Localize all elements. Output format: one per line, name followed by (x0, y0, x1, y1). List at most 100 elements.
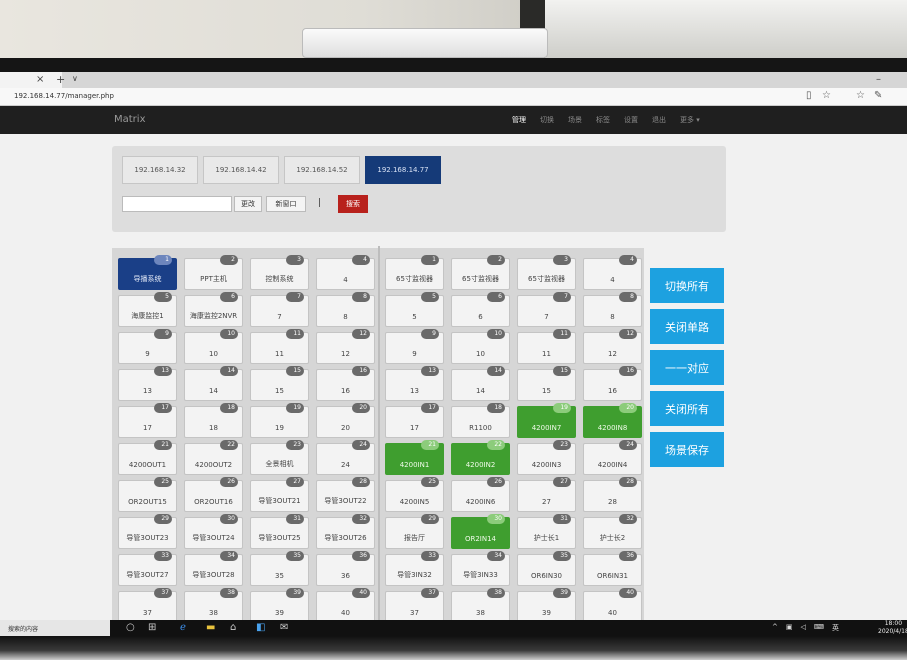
store-icon[interactable]: ⌂ (230, 622, 236, 633)
output-cell[interactable]: 1 65寸监视器 (385, 255, 444, 290)
input-cell[interactable]: 33 导管3OUT27 (118, 551, 177, 586)
input-cell[interactable]: 25 OR2OUT15 (118, 477, 177, 512)
input-cell[interactable]: 44 (316, 255, 375, 290)
output-cell[interactable]: 55 (385, 292, 444, 327)
input-cell[interactable]: 13 13 (118, 366, 177, 401)
input-cell[interactable]: 21 4200OUT1 (118, 440, 177, 475)
input-cell[interactable]: 16 16 (316, 366, 375, 401)
output-cell[interactable]: 21 4200IN1 (385, 440, 444, 475)
nav-item[interactable]: 切换 (540, 115, 554, 125)
tab-list-icon[interactable]: ∨ (72, 74, 78, 83)
output-cell[interactable]: 2 65寸监视器 (451, 255, 510, 290)
output-cell[interactable]: 16 16 (583, 366, 642, 401)
input-cell[interactable]: 3 控制系统 (250, 255, 309, 290)
nav-item[interactable]: 退出 (652, 115, 666, 125)
network-icon[interactable]: ▣ (786, 623, 793, 633)
address-bar[interactable]: 192.168.14.77/manager.php ▯ ☆ ☆ ✎ (0, 88, 907, 106)
minimize-icon[interactable]: – (876, 74, 881, 85)
reading-view-icon[interactable]: ▯ (806, 90, 812, 101)
input-cell[interactable]: 88 (316, 292, 375, 327)
mail-icon[interactable]: ✉ (280, 622, 288, 633)
input-cell[interactable]: 6 海康监控2NVR (184, 292, 243, 327)
modify-button[interactable]: 更改 (234, 196, 262, 212)
output-cell[interactable]: 39 39 (517, 588, 576, 623)
output-cell[interactable]: 33 导管3IN32 (385, 551, 444, 586)
input-cell[interactable]: 77 (250, 292, 309, 327)
input-cell[interactable]: 29 导管3OUT23 (118, 514, 177, 549)
app-icon[interactable]: ◧ (256, 622, 265, 633)
ip-tab[interactable]: 192.168.14.42 (203, 156, 279, 184)
input-cell[interactable]: 11 11 (250, 329, 309, 364)
output-cell[interactable]: 22 4200IN2 (451, 440, 510, 475)
nav-item[interactable]: 设置 (624, 115, 638, 125)
output-cell[interactable]: 23 4200IN3 (517, 440, 576, 475)
output-cell[interactable]: 27 27 (517, 477, 576, 512)
new-tab-icon[interactable]: + (56, 73, 65, 86)
input-cell[interactable]: 23 全景相机 (250, 440, 309, 475)
input-cell[interactable]: 31 导管3OUT25 (250, 514, 309, 549)
input-cell[interactable]: 30 导管3OUT24 (184, 514, 243, 549)
output-cell[interactable]: 88 (583, 292, 642, 327)
taskbar-clock[interactable]: 18:00 2020/4/18 (878, 620, 907, 636)
input-cell[interactable]: 27 导管3OUT21 (250, 477, 309, 512)
output-cell[interactable]: 38 38 (451, 588, 510, 623)
edge-browser-icon[interactable]: ℯ (180, 622, 186, 633)
nav-item[interactable]: 标签 (596, 115, 610, 125)
output-cell[interactable]: 35 OR6IN30 (517, 551, 576, 586)
favorite-star-icon[interactable]: ☆ (822, 90, 831, 101)
file-explorer-icon[interactable]: ▬ (206, 622, 215, 633)
device-name-input[interactable] (122, 196, 232, 212)
input-cell[interactable]: 35 35 (250, 551, 309, 586)
output-cell[interactable]: 15 15 (517, 366, 576, 401)
action-button[interactable]: 场景保存 (650, 432, 724, 467)
pen-icon[interactable]: ✎ (874, 90, 882, 101)
output-cell[interactable]: 40 40 (583, 588, 642, 623)
action-button[interactable]: 切换所有 (650, 268, 724, 303)
tray-arrow-icon[interactable]: ^ (772, 623, 778, 633)
input-lang[interactable]: 英 (832, 623, 839, 633)
new-window-button[interactable]: 新窗口 (266, 196, 306, 212)
brand-title[interactable]: Matrix (114, 114, 145, 125)
cortana-icon[interactable]: ○ (126, 622, 135, 633)
ip-tab[interactable]: 192.168.14.52 (284, 156, 360, 184)
input-cell[interactable]: 15 15 (250, 366, 309, 401)
nav-item[interactable]: 管理 (512, 115, 526, 125)
output-cell[interactable]: 66 (451, 292, 510, 327)
output-cell[interactable]: 28 28 (583, 477, 642, 512)
input-cell[interactable]: 40 40 (316, 588, 375, 623)
input-cell[interactable]: 2 PPT主机 (184, 255, 243, 290)
ip-tab[interactable]: 192.168.14.77 (365, 156, 441, 184)
output-cell[interactable]: 13 13 (385, 366, 444, 401)
output-cell[interactable]: 12 12 (583, 329, 642, 364)
taskbar-search[interactable]: 搜索的内容 (0, 620, 110, 636)
output-cell[interactable]: 99 (385, 329, 444, 364)
output-cell[interactable]: 19 4200IN7 (517, 403, 576, 438)
input-cell[interactable]: 39 39 (250, 588, 309, 623)
output-cell[interactable]: 25 4200IN5 (385, 477, 444, 512)
output-cell[interactable]: 44 (583, 255, 642, 290)
input-cell[interactable]: 22 4200OUT2 (184, 440, 243, 475)
ip-tab[interactable]: 192.168.14.32 (122, 156, 198, 184)
nav-item[interactable]: 更多 ▾ (680, 115, 700, 125)
output-cell[interactable]: 29 报告厅 (385, 514, 444, 549)
output-cell[interactable]: 18 R1100 (451, 403, 510, 438)
nav-item[interactable]: 场景 (568, 115, 582, 125)
task-view-icon[interactable]: ⊞ (148, 622, 156, 633)
input-cell[interactable]: 99 (118, 329, 177, 364)
output-cell[interactable]: 31 护士长1 (517, 514, 576, 549)
input-cell[interactable]: 34 导管3OUT28 (184, 551, 243, 586)
output-cell[interactable]: 77 (517, 292, 576, 327)
output-cell[interactable]: 26 4200IN6 (451, 477, 510, 512)
input-cell[interactable]: 28 导管3OUT22 (316, 477, 375, 512)
input-cell[interactable]: 32 导管3OUT26 (316, 514, 375, 549)
input-cell[interactable]: 19 19 (250, 403, 309, 438)
input-cell[interactable]: 14 14 (184, 366, 243, 401)
input-cell[interactable]: 20 20 (316, 403, 375, 438)
input-cell[interactable]: 38 38 (184, 588, 243, 623)
search-button[interactable]: 搜索 (338, 195, 368, 213)
output-cell[interactable]: 14 14 (451, 366, 510, 401)
output-cell[interactable]: 32 护士长2 (583, 514, 642, 549)
input-cell[interactable]: 5 海康监控1 (118, 292, 177, 327)
input-cell[interactable]: 12 12 (316, 329, 375, 364)
output-cell[interactable]: 17 17 (385, 403, 444, 438)
